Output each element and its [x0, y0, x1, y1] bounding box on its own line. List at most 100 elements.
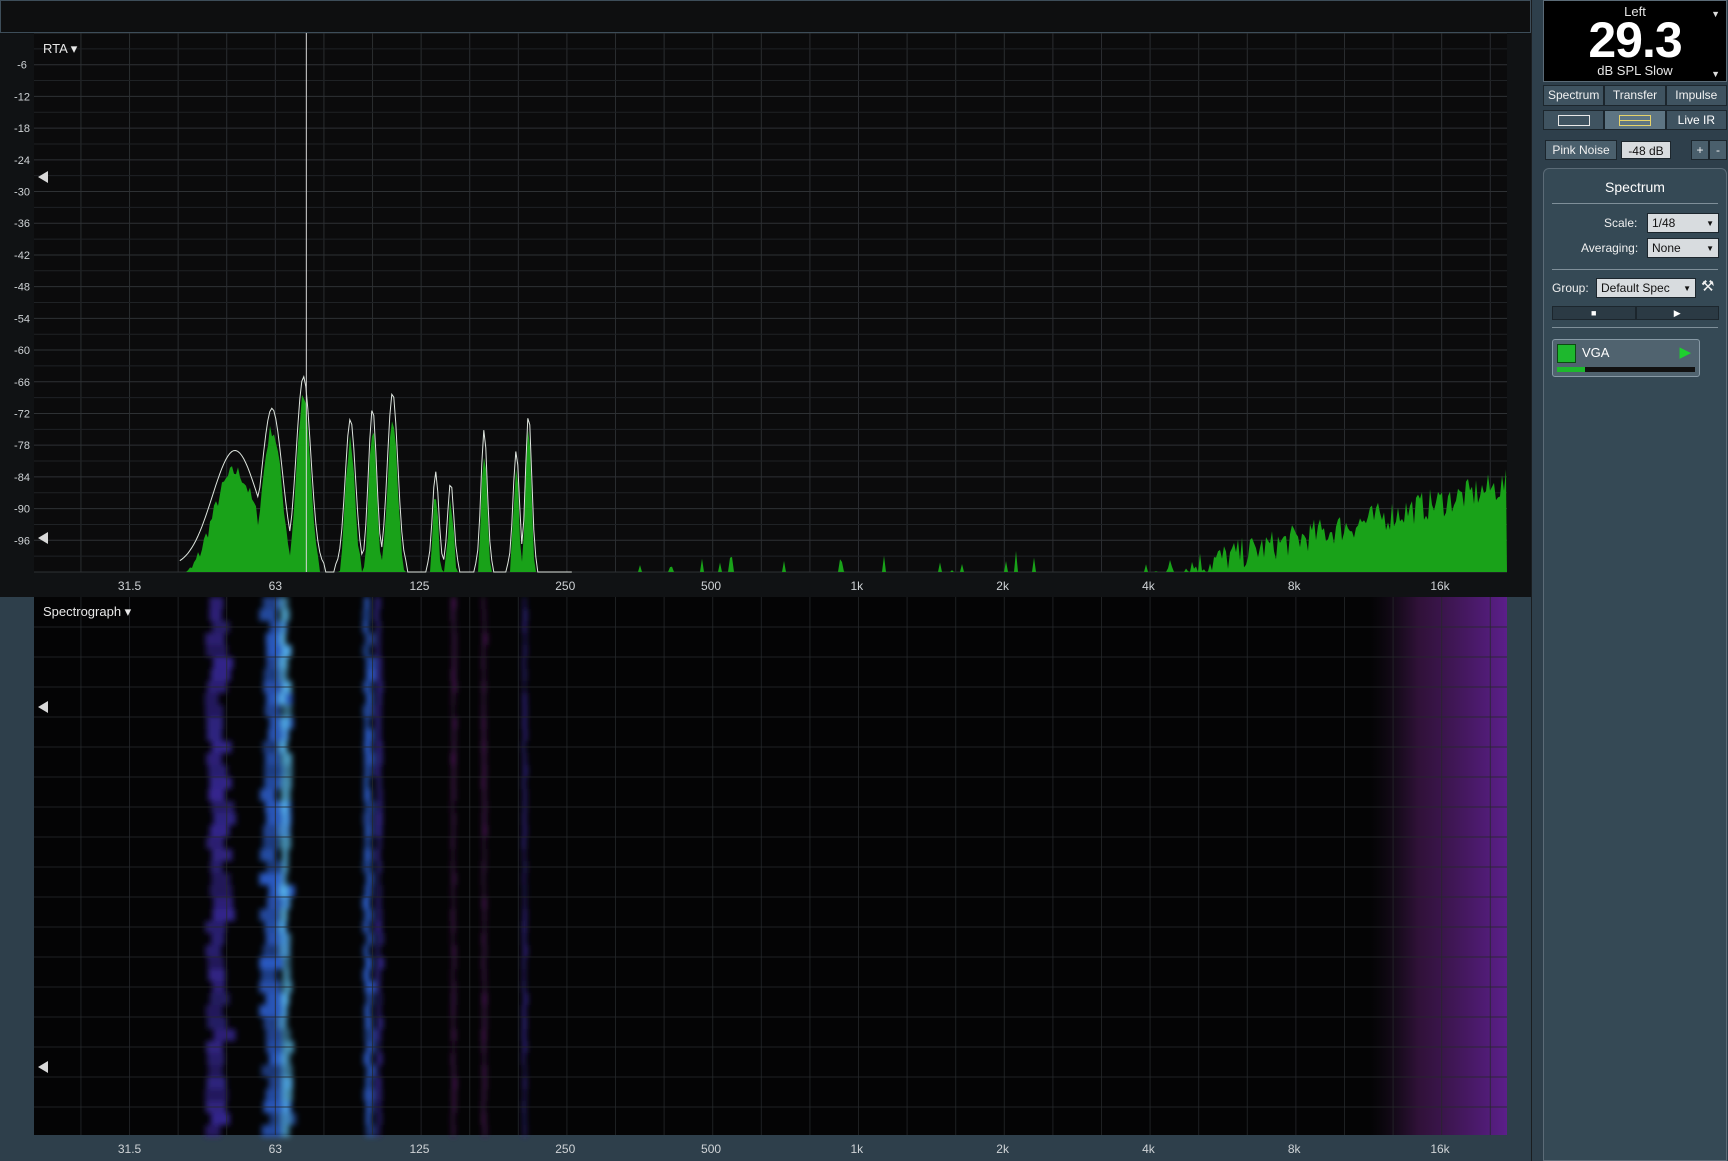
scale-value: 1/48 — [1652, 216, 1676, 230]
heat-cell — [208, 765, 228, 777]
heat-cell — [482, 693, 485, 705]
heat-cell — [204, 693, 219, 705]
meter-unit: dB SPL Slow — [1597, 63, 1673, 78]
heat-cell — [374, 705, 382, 717]
x-tick-label: 125 — [409, 1142, 429, 1156]
heat-cell — [259, 957, 284, 969]
heat-cell — [374, 717, 382, 729]
scale-select[interactable]: 1/48 ▼ — [1647, 213, 1719, 233]
group-transport: ■ ▶ — [1552, 306, 1719, 320]
heat-cell — [451, 1113, 455, 1125]
heat-cell — [374, 597, 381, 609]
heat-cell — [451, 993, 456, 1005]
heat-cell — [259, 849, 276, 861]
heat-cell — [452, 729, 456, 741]
averaging-value: None — [1652, 241, 1681, 255]
meter-value: 29.3 — [1588, 12, 1682, 68]
heat-cell — [482, 657, 485, 669]
main-area: -6 -12 -18 -24 -30 -36 -42 -48 -54 -60 -66 -72 -78 -8… — [0, 0, 1532, 1161]
heat-cell — [281, 1125, 290, 1137]
heat-cell — [278, 693, 286, 705]
heat-cell — [451, 1053, 455, 1065]
control-panel: Left ▼ 29.3 dB SPL Slow ▼ Spectrum Trans… — [1540, 0, 1728, 1161]
y-tick-label: -36 — [14, 218, 30, 230]
heat-cell — [363, 945, 370, 957]
divider — [1552, 327, 1718, 328]
heat-cell — [451, 1017, 455, 1029]
heat-cell — [281, 777, 292, 789]
heat-cell — [523, 993, 528, 1005]
heat-cell — [522, 657, 526, 669]
heat-cell — [259, 873, 284, 885]
heat-cell — [483, 849, 487, 861]
heat-cell — [212, 657, 234, 669]
averaging-select[interactable]: None ▼ — [1647, 238, 1719, 258]
heat-cell — [482, 837, 486, 849]
x-tick-label: 16k — [1430, 579, 1450, 593]
measurement-color-swatch[interactable] — [1557, 344, 1576, 363]
tab-spectrum[interactable]: Spectrum — [1543, 85, 1605, 106]
heat-cell — [522, 933, 526, 945]
tab-impulse[interactable]: Impulse — [1665, 85, 1727, 106]
heat-cell — [282, 957, 291, 969]
y-tick-label: -48 — [14, 282, 30, 294]
heat-cell — [364, 765, 373, 777]
heat-cell — [375, 645, 381, 657]
heat-cell — [261, 969, 277, 981]
heat-cell — [209, 597, 224, 609]
level-increase-button[interactable]: + — [1691, 140, 1709, 160]
heat-cell — [522, 825, 527, 837]
heat-cell — [363, 849, 372, 861]
heat-cell — [523, 705, 527, 717]
measurement-vga[interactable]: VGA ▶ — [1552, 339, 1700, 377]
tools-icon[interactable]: ⚒ — [1701, 277, 1714, 295]
play-all-button[interactable]: ▶ — [1635, 306, 1719, 320]
heat-cell — [363, 1053, 372, 1065]
group-select[interactable]: Default Spec ▼ — [1596, 278, 1696, 298]
heat-cell — [363, 813, 373, 825]
spectrograph-menu[interactable]: Spectrograph ▾ — [43, 604, 131, 620]
measurement-play-icon[interactable]: ▶ — [1679, 343, 1691, 361]
heat-cell — [262, 837, 279, 849]
heat-cell — [213, 813, 236, 825]
level-decrease-button[interactable]: - — [1709, 140, 1727, 160]
heat-cell — [483, 1125, 487, 1137]
heat-cell — [482, 597, 485, 609]
heat-cell — [522, 813, 526, 825]
rta-panel: -6 -12 -18 -24 -30 -36 -42 -48 -54 -60 -66 -72 -78 -8… — [0, 33, 1531, 597]
heat-cell — [281, 753, 293, 765]
heat-cell — [522, 837, 526, 849]
heat-cell — [452, 897, 455, 909]
rta-menu[interactable]: RTA ▾ — [43, 41, 77, 57]
heat-cell — [482, 969, 486, 981]
pink-noise-button[interactable]: Pink Noise — [1545, 140, 1617, 160]
spectrograph-x-axis: 31.5 63 125 250 500 1k 2k 4k 8k 16k — [118, 1142, 1451, 1156]
heat-cell — [483, 789, 486, 801]
spectrograph-plot[interactable]: 31.5 63 125 250 500 1k 2k 4k 8k 16k — [0, 597, 1531, 1161]
heat-cell — [522, 717, 527, 729]
heat-cell — [264, 753, 281, 765]
dual-pane-icon — [1618, 114, 1651, 126]
unit-dropdown-icon[interactable]: ▼ — [1711, 69, 1720, 79]
single-view-button[interactable] — [1543, 110, 1605, 130]
heat-cell — [374, 825, 383, 837]
generator-level-field[interactable]: -48 dB — [1621, 141, 1671, 159]
heat-cell — [365, 957, 373, 969]
stop-all-button[interactable]: ■ — [1552, 306, 1636, 320]
dual-view-button[interactable] — [1604, 110, 1666, 130]
rta-plot[interactable]: -6 -12 -18 -24 -30 -36 -42 -48 -54 -60 -66 -72 -78 -8… — [0, 33, 1531, 597]
heat-cell — [362, 645, 370, 657]
heat-cell — [523, 753, 526, 765]
heat-cell — [261, 1065, 285, 1077]
y-tick-label: -30 — [14, 187, 30, 199]
tab-transfer[interactable]: Transfer — [1604, 85, 1666, 106]
heat-cell — [210, 669, 231, 681]
heat-cell — [209, 777, 232, 789]
spl-meter[interactable]: Left ▼ 29.3 dB SPL Slow ▼ — [1543, 0, 1727, 82]
heat-cell — [364, 825, 373, 837]
heat-cell — [523, 897, 527, 909]
heat-cell — [206, 1077, 226, 1089]
heat-cell — [374, 609, 379, 621]
single-pane-icon — [1557, 114, 1590, 126]
live-ir-button[interactable]: Live IR — [1665, 110, 1727, 130]
